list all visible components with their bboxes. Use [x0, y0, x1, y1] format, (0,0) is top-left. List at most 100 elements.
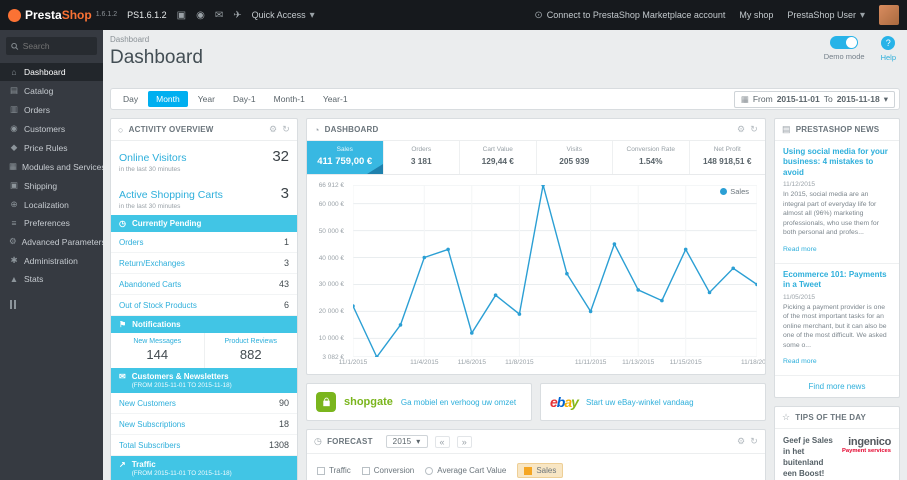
- cart-icon[interactable]: ▣: [177, 10, 186, 21]
- help-control: ? Help: [881, 36, 896, 62]
- radio-icon: [425, 466, 434, 475]
- to-date: 2015-11-18: [836, 94, 880, 104]
- read-more-link[interactable]: Read more: [783, 246, 817, 253]
- refresh-icon[interactable]: ↻: [750, 436, 758, 447]
- sidebar-item-orders[interactable]: ▥ Orders: [0, 100, 103, 119]
- forecast-legend-traffic[interactable]: Traffic: [317, 466, 351, 475]
- refresh-icon[interactable]: ↻: [750, 124, 758, 135]
- kpi-orders[interactable]: Orders 3 181: [384, 141, 460, 174]
- kpi-conversion-rate[interactable]: Conversion Rate 1.54%: [613, 141, 690, 174]
- sidebar-item-stats[interactable]: ▲ Stats: [0, 270, 103, 288]
- active-carts-link[interactable]: Active Shopping Carts: [119, 189, 223, 201]
- sidebar-item-advanced-parameters[interactable]: ⚙ Advanced Parameters: [0, 232, 103, 251]
- shopping-bag-icon: [322, 397, 330, 406]
- notifications-block: New Messages 144 Product Reviews 882: [111, 333, 297, 368]
- sidebar-item-modules[interactable]: ▦ Modules and Services: [0, 157, 103, 176]
- globe-icon: ⊕: [10, 199, 18, 209]
- range-day-1-button[interactable]: Day-1: [225, 91, 264, 107]
- refresh-icon[interactable]: ↻: [282, 124, 290, 135]
- shopgate-logo-text[interactable]: shopgate: [344, 396, 393, 408]
- new-customers-link[interactable]: New Customers: [119, 399, 176, 408]
- sidebar-item-dashboard[interactable]: ⌂ Dashboard: [0, 63, 103, 81]
- demo-mode-label: Demo mode: [823, 52, 865, 61]
- ebay-promo-link[interactable]: Start uw eBay-winkel vandaag: [586, 398, 694, 407]
- sidebar-item-preferences[interactable]: ≡ Preferences: [0, 214, 103, 232]
- truck-icon: ▣: [9, 180, 19, 190]
- sidebar-item-shipping[interactable]: ▣ Shipping: [0, 176, 103, 195]
- range-day-button[interactable]: Day: [115, 91, 146, 107]
- x-axis-label: 11/13/2015: [622, 359, 655, 366]
- sidebar-item-customers[interactable]: ◉ Customers: [0, 119, 103, 138]
- gear-icon[interactable]: ⚙: [269, 124, 277, 135]
- find-more-news-link[interactable]: Find more news: [775, 376, 899, 397]
- news-article-title[interactable]: Using social media for your business: 4 …: [783, 147, 891, 178]
- chart-icon: ▲: [9, 274, 19, 284]
- search-input[interactable]: [22, 41, 92, 51]
- online-visitors-link[interactable]: Online Visitors: [119, 152, 187, 164]
- x-axis-label: 11/4/2015: [410, 359, 439, 366]
- x-axis-label: 11/6/2015: [457, 359, 487, 366]
- shopgate-logo-icon[interactable]: [316, 392, 336, 412]
- gear-icon[interactable]: ⚙: [737, 124, 745, 135]
- sidebar-search[interactable]: [6, 37, 97, 55]
- ebay-logo[interactable]: ebay: [550, 394, 579, 410]
- range-year-1-button[interactable]: Year-1: [315, 91, 356, 107]
- people-icon: ◉: [10, 123, 18, 133]
- y-axis-label: 20 000 €: [318, 308, 344, 316]
- prestashop-logo[interactable]: PrestaShop 1.6.1.2: [8, 8, 117, 22]
- out-of-stock-link[interactable]: Out of Stock Products: [119, 301, 197, 310]
- envelope-icon[interactable]: ✉: [215, 10, 223, 21]
- my-shop-link[interactable]: My shop: [739, 10, 773, 20]
- forecast-next-button[interactable]: »: [456, 435, 472, 448]
- module-promos: shopgate Ga mobiel en verhoog uw omzet e…: [306, 383, 766, 421]
- kpi-sales[interactable]: Sales 411 759,00 €: [307, 141, 384, 174]
- kpi-cart-value[interactable]: Cart Value 129,44 €: [460, 141, 537, 174]
- range-year-button[interactable]: Year: [190, 91, 223, 107]
- returns-link[interactable]: Return/Exchanges: [119, 259, 185, 268]
- range-month-button[interactable]: Month: [148, 91, 188, 107]
- prestashop-news-panel: ▤ PRESTASHOP NEWS Using social media for…: [774, 118, 900, 399]
- orders-link[interactable]: Orders: [119, 238, 143, 247]
- gear-icon[interactable]: ⚙: [737, 436, 745, 447]
- ingenico-logo[interactable]: ingenico Payment services: [842, 436, 891, 454]
- date-range-picker[interactable]: ▦ From 2015-11-01 To 2015-11-18 ▾: [733, 90, 895, 108]
- kpi-net-profit[interactable]: Net Profit 148 918,51 €: [690, 141, 766, 174]
- online-visitors-value: 32: [272, 148, 289, 165]
- kpi-see-more-ribbon[interactable]: [366, 164, 383, 174]
- shopgate-promo: shopgate Ga mobiel en verhoog uw omzet: [306, 383, 532, 421]
- marketplace-link[interactable]: ⊙ Connect to PrestaShop Marketplace acco…: [534, 10, 725, 21]
- quick-access-menu[interactable]: Quick Access ▾: [252, 10, 315, 21]
- forecast-prev-button[interactable]: «: [434, 435, 450, 448]
- new-subscriptions-link[interactable]: New Subscriptions: [119, 420, 185, 429]
- forecast-legend-average-cart-value[interactable]: Average Cart Value: [425, 466, 506, 475]
- forecast-year-select[interactable]: 2015 ▾: [385, 435, 428, 448]
- plane-icon[interactable]: ✈: [233, 10, 241, 21]
- total-subscribers-link[interactable]: Total Subscribers: [119, 441, 180, 450]
- shopgate-promo-link[interactable]: Ga mobiel en verhoog uw omzet: [401, 398, 516, 407]
- sidebar-item-administration[interactable]: ✱ Administration: [0, 251, 103, 270]
- forecast-legend-sales[interactable]: Sales: [517, 463, 564, 478]
- collapse-menu-icon[interactable]: [10, 300, 93, 309]
- sidebar-item-catalog[interactable]: ▤ Catalog: [0, 81, 103, 100]
- topbar-right: ⊙ Connect to PrestaShop Marketplace acco…: [534, 5, 899, 25]
- sidebar-item-localization[interactable]: ⊕ Localization: [0, 195, 103, 214]
- user-avatar[interactable]: [879, 5, 899, 25]
- kpi-visits[interactable]: Visits 205 939: [537, 141, 613, 174]
- range-month-1-button[interactable]: Month-1: [266, 91, 313, 107]
- chart-legend-sales[interactable]: Sales: [718, 187, 751, 196]
- abandoned-carts-link[interactable]: Abandoned Carts: [119, 280, 181, 289]
- forecast-legend-conversion[interactable]: Conversion: [361, 466, 414, 475]
- user-menu[interactable]: PrestaShop User ▾: [787, 10, 865, 21]
- person-icon[interactable]: ◉: [196, 10, 205, 21]
- help-button[interactable]: ?: [881, 36, 896, 50]
- product-reviews-cell[interactable]: Product Reviews 882: [203, 333, 298, 368]
- sidebar-item-price-rules[interactable]: ◆ Price Rules: [0, 138, 103, 157]
- sliders-icon: ≡: [11, 218, 17, 228]
- tips-headline: Geef je Sales in het buitenland een Boos…: [783, 436, 833, 478]
- demo-mode-toggle[interactable]: [830, 36, 859, 49]
- news-icon: ▤: [782, 124, 791, 134]
- new-messages-cell[interactable]: New Messages 144: [111, 333, 204, 368]
- read-more-link[interactable]: Read more: [783, 358, 817, 365]
- clock-icon: ◷: [119, 219, 126, 228]
- news-article-title[interactable]: Ecommerce 101: Payments in a Tweet: [783, 270, 891, 291]
